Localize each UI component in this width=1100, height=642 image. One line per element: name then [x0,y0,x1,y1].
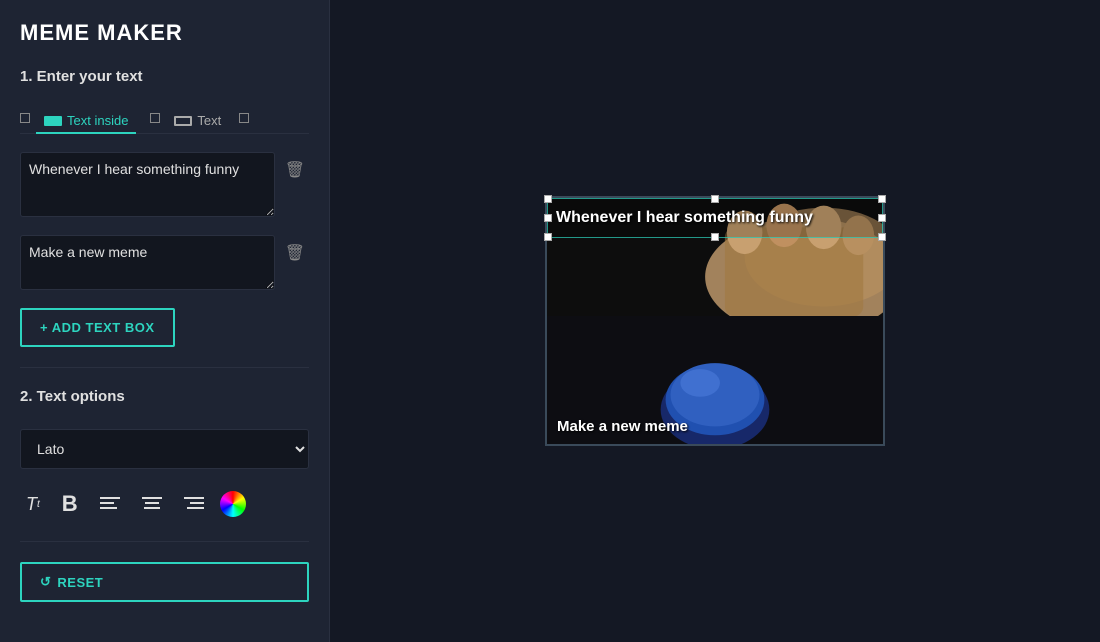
divider2 [20,541,309,542]
delete-text-2-button[interactable]: 🗑 [281,239,309,267]
font-select[interactable]: Lato Arial Impact Comic Sans MS Times Ne… [20,429,309,469]
handle-middle-left[interactable] [544,214,552,222]
handle-top-mid[interactable] [711,195,719,203]
meme-text-box-bottom[interactable]: Make a new meme [547,410,883,444]
tab1-resize-icon [20,113,30,123]
delete-text-1-button[interactable]: 🗑 [281,156,309,184]
align-left-button[interactable] [94,492,126,516]
reset-icon: ↺ [40,574,51,590]
text-box-row-2: Make a new meme 🗑 [20,235,309,290]
handle-bottom-right[interactable] [878,233,886,241]
main-area: Whenever I hear something funny Make a n… [330,0,1100,642]
meme-canvas: Whenever I hear something funny Make a n… [545,196,885,446]
meme-text-top: Whenever I hear something funny [556,209,813,226]
tab2-resize-icon [150,113,160,123]
sidebar: MEME MAKER 1. Enter your text Text insid… [0,0,330,642]
tab-text-outside[interactable]: Text [166,109,229,134]
handle-top-right[interactable] [878,195,886,203]
text-box-row-1: Whenever I hear something funny 🗑 [20,152,309,217]
bold-button[interactable]: B [56,487,84,521]
handle-bottom-left[interactable] [544,233,552,241]
handle-top-left[interactable] [544,195,552,203]
divider [20,367,309,368]
tab-text-inside[interactable]: Text inside [36,109,136,134]
reset-button[interactable]: ↺ RESET [20,562,309,602]
align-center-button[interactable] [136,492,168,516]
font-size-button[interactable]: Tt [20,490,46,519]
section2-label: 2. Text options [20,388,309,405]
text-input-1[interactable]: Whenever I hear something funny [20,152,275,217]
reset-label: RESET [57,575,103,590]
color-picker-button[interactable] [220,491,246,517]
text-input-2[interactable]: Make a new meme [20,235,275,290]
meme-text-bottom: Make a new meme [557,418,688,435]
handle-middle-right[interactable] [878,214,886,222]
tab3-resize-icon [239,113,249,123]
handle-bottom-mid[interactable] [711,233,719,241]
meme-text-box-top[interactable]: Whenever I hear something funny [547,198,883,238]
text-tools-row: Tt B [20,487,309,521]
tab-inside-icon [44,116,62,126]
tabs-row: Text inside Text [20,109,309,134]
tab-outside-icon [174,116,192,126]
section1-label: 1. Enter your text [20,68,309,85]
app-title: MEME MAKER [20,20,309,46]
align-right-button[interactable] [178,492,210,516]
tab-inside-label: Text inside [67,113,128,128]
tab-outside-label: Text [197,113,221,128]
add-text-box-button[interactable]: + ADD TEXT BOX [20,308,175,347]
